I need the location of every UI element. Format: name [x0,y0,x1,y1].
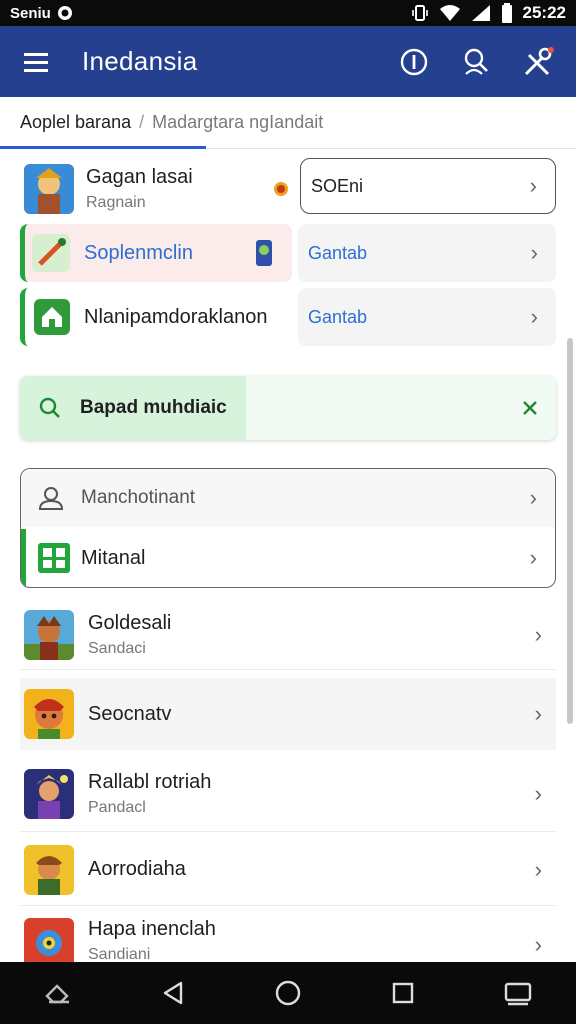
chevron-right-icon: › [529,485,537,510]
chevron-right-icon: › [529,173,537,198]
tools-icon [524,46,554,75]
search-icon [464,48,488,75]
chevron-right-icon: › [534,856,542,882]
info-button[interactable] [394,42,434,82]
chevron-right-icon: › [534,932,542,957]
user-icon [21,485,81,511]
item-title: Seocnatv [88,702,172,725]
game-icon [24,844,74,895]
paintbrush-icon [32,234,70,272]
game-icon [24,164,74,214]
search-account-button[interactable] [456,42,496,82]
home-icon [34,299,70,335]
list-item[interactable]: Gagan lasai Ragnain SOEni › [20,158,556,220]
clock: 25:22 [522,3,566,22]
scrollbar[interactable] [567,338,573,724]
game-icon [24,918,74,962]
item-title: Goldesali [88,611,172,634]
recents-button[interactable] [373,968,433,1018]
app-title: Inedansia [82,46,198,76]
settings-group: Manchotinant › Mitanal › [20,468,556,588]
recents-icon [392,982,414,1004]
coin-icon [266,181,296,197]
item-title: Nlanipamdoraklanon [84,305,268,328]
breadcrumb-next[interactable]: Madargtara ngIandait [152,112,323,133]
item-tag[interactable]: Gantab [308,243,367,264]
item-subtitle: Sandiani [88,946,151,962]
item-tag[interactable]: Gantab [308,307,367,328]
mascot-icon [254,238,278,268]
grid-icon [26,543,81,573]
home-button[interactable] [258,968,318,1018]
list-item[interactable]: Aorrodiaha › [20,834,556,906]
item-title: Gagan lasai [86,166,193,188]
item-subtitle: Ragnain [86,194,146,211]
item-title: Rallabl rotriah [88,770,212,793]
signal-icon [471,4,491,22]
switch-button[interactable] [488,968,548,1018]
back-icon [163,981,182,1005]
info-icon [400,48,428,75]
tab-indicator [0,146,206,149]
group-item-label: Mitanal [81,546,146,569]
breadcrumb: Aoplel barana / Madargtara ngIandait [0,97,576,149]
hamburger-icon [24,52,48,72]
chevron-right-icon: › [534,780,542,806]
clear-button[interactable] [504,400,556,416]
list-item[interactable]: Rallabl rotriah Pandacl › [20,756,556,832]
carrier-label: Seniu [10,4,51,22]
group-item-account[interactable]: Manchotinant › [21,469,555,527]
list-item[interactable]: Hapa inenclah Sandiani › [20,910,556,962]
list-item[interactable]: Nlanipamdoraklanon Gantab › [20,288,556,346]
group-item-media[interactable]: Mitanal › [21,529,555,587]
breadcrumb-separator: / [139,112,145,132]
game-icon [24,768,74,819]
chevron-right-icon: › [530,240,538,265]
item-title: Aorrodiaha [88,858,186,880]
notification-icon [57,5,73,21]
search-input[interactable]: Bapad muhdiaic [80,397,504,419]
item-title: Hapa inenclah [88,918,216,940]
search-bar[interactable]: Bapad muhdiaic [20,376,556,440]
list-item[interactable]: Soplenmclin Gantab › [20,224,556,282]
menu-button[interactable] [0,26,72,97]
chevron-right-icon: › [529,545,537,570]
wifi-icon [439,4,461,22]
game-icon [24,689,74,739]
close-icon [523,401,537,415]
chevron-right-icon: › [534,621,542,647]
vibrate-icon [411,4,429,22]
status-bar: Seniu 25:22 [0,0,576,26]
list-item[interactable]: Seocnatv › [20,678,556,750]
back-button[interactable] [143,968,203,1018]
chevron-right-icon: › [534,701,542,726]
select-value: SOEni [311,175,364,196]
game-icon [24,609,74,660]
eraser-icon [44,984,69,1004]
item-subtitle: Sandaci [88,639,146,657]
breadcrumb-current[interactable]: Aoplel barana [20,112,131,133]
switch-apps-icon [505,982,532,1006]
item-subtitle: Pandacl [88,798,146,816]
assistant-button[interactable] [28,968,88,1018]
chevron-right-icon: › [530,304,538,329]
item-title: Soplenmclin [84,241,193,264]
system-nav-bar [0,962,576,1024]
select-field[interactable]: SOEni › [300,158,556,214]
group-item-label: Manchotinant [81,487,196,508]
battery-icon [501,3,513,23]
home-circle-icon [275,980,301,1006]
app-bar: Inedansia [0,26,576,97]
tools-button[interactable] [518,42,558,82]
search-icon [20,396,80,420]
list-item[interactable]: Goldesali Sandaci › [20,600,556,670]
